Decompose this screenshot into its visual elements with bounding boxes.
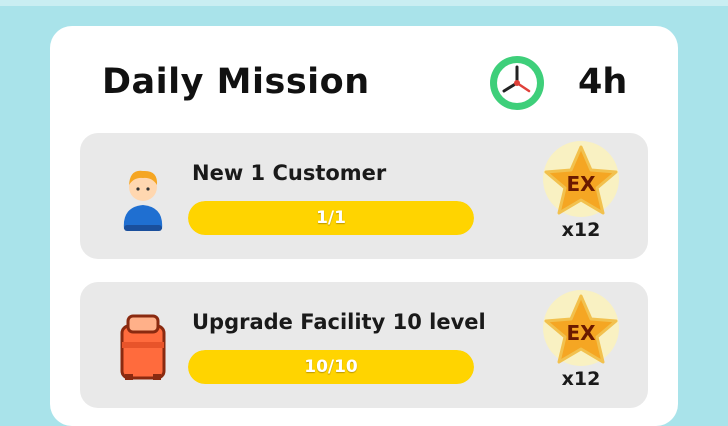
mission-label: Upgrade Facility 10 level (192, 310, 486, 334)
mission-card[interactable]: Upgrade Facility 10 level 10/10 EX x12 (80, 282, 648, 408)
progress-text: 10/10 (304, 357, 358, 377)
mission-card[interactable]: New 1 Customer 1/1 EX x12 (80, 133, 648, 259)
timer-text: 4h (578, 62, 628, 102)
panel-title: Daily Mission (102, 62, 370, 102)
reward-badge[interactable]: EX x12 (538, 139, 624, 249)
bed-icon (120, 314, 166, 380)
reward-label: EX (566, 172, 596, 196)
clock-icon (490, 56, 544, 110)
top-strip (0, 0, 728, 6)
customer-icon (123, 170, 163, 231)
reward-label: EX (566, 321, 596, 345)
mission-label: New 1 Customer (192, 161, 387, 185)
daily-mission-panel: Daily Mission 4h New 1 Customer 1/1 EX x… (50, 26, 678, 426)
reward-count: x12 (561, 368, 601, 390)
reward-badge[interactable]: EX x12 (538, 288, 624, 398)
mission-progress-bar: 1/1 (188, 201, 474, 235)
reward-count: x12 (561, 219, 601, 241)
mission-progress-bar: 10/10 (188, 350, 474, 384)
progress-text: 1/1 (316, 208, 346, 228)
